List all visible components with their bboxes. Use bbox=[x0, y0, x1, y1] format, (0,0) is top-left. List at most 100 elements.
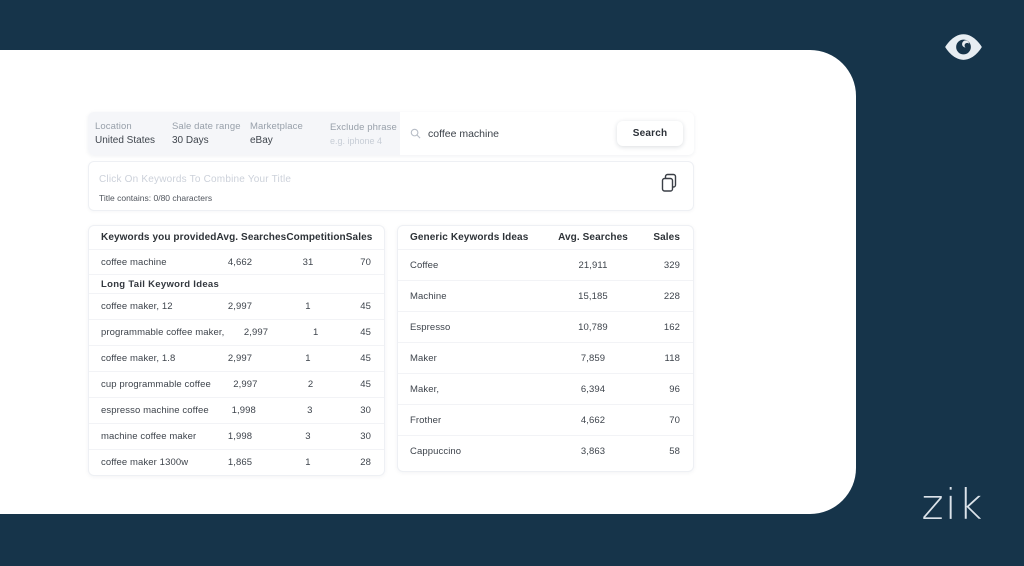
filter-location[interactable]: Location United States bbox=[95, 121, 172, 146]
cell-sales: 70 bbox=[643, 415, 693, 426]
keyword-search-input[interactable] bbox=[428, 128, 578, 140]
cell-competition: 3 bbox=[276, 431, 340, 442]
table-row[interactable]: Maker, 6,394 96 bbox=[398, 373, 693, 404]
cell-sales: 228 bbox=[643, 291, 693, 302]
cell-avg-searches: 4,662 bbox=[204, 257, 276, 268]
cell-sales: 70 bbox=[340, 257, 384, 268]
cell-sales: 96 bbox=[643, 384, 693, 395]
cell-avg-searches: 3,863 bbox=[543, 446, 643, 457]
cell-keyword[interactable]: coffee maker, 12 bbox=[89, 301, 204, 312]
cell-keyword[interactable]: Frother bbox=[398, 415, 543, 426]
filter-date-range[interactable]: Sale date range 30 Days bbox=[172, 121, 250, 146]
provided-keywords-table: Keywords you provided Avg. Searches Comp… bbox=[88, 225, 385, 476]
cell-sales: 30 bbox=[340, 431, 384, 442]
title-builder-placeholder: Click On Keywords To Combine Your Title bbox=[99, 174, 291, 185]
cell-avg-searches: 6,394 bbox=[543, 384, 643, 395]
filter-exclude-phrase[interactable]: Exclude phrase bbox=[330, 122, 400, 146]
cell-avg-searches: 21,911 bbox=[543, 260, 643, 271]
zik-logo: zik bbox=[921, 484, 984, 526]
filter-exclude-phrase-label: Exclude phrase bbox=[330, 122, 400, 133]
title-character-counter: Title contains: 0/80 characters bbox=[99, 193, 212, 203]
table-header-row: Generic Keywords Ideas Avg. Searches Sal… bbox=[398, 226, 693, 249]
cell-sales: 329 bbox=[643, 260, 693, 271]
app-card: Location United States Sale date range 3… bbox=[0, 50, 856, 514]
cell-keyword[interactable]: coffee maker, 1.8 bbox=[89, 353, 204, 364]
header-avg-searches: Avg. Searches bbox=[543, 232, 643, 243]
cell-avg-searches: 2,997 bbox=[224, 327, 287, 338]
header-competition: Competition bbox=[286, 232, 345, 243]
cell-keyword[interactable]: coffee machine bbox=[89, 257, 204, 268]
cell-sales: 162 bbox=[643, 322, 693, 333]
cell-keyword[interactable]: programmable coffee maker, bbox=[89, 327, 224, 338]
cell-keyword[interactable]: Maker bbox=[398, 353, 543, 364]
filter-date-range-value[interactable]: 30 Days bbox=[172, 135, 250, 146]
table-row[interactable]: machine coffee maker 1,998 3 30 bbox=[89, 423, 384, 449]
cell-keyword[interactable]: Espresso bbox=[398, 322, 543, 333]
cell-sales: 30 bbox=[341, 405, 384, 416]
cell-sales: 28 bbox=[340, 457, 384, 468]
generic-keywords-table: Generic Keywords Ideas Avg. Searches Sal… bbox=[397, 225, 694, 472]
table-row[interactable]: coffee machine 4,662 31 70 bbox=[89, 249, 384, 274]
cell-avg-searches: 1,998 bbox=[209, 405, 279, 416]
table-row[interactable]: espresso machine coffee 1,998 3 30 bbox=[89, 397, 384, 423]
long-tail-section-label: Long Tail Keyword Ideas bbox=[89, 279, 384, 290]
cell-competition: 1 bbox=[276, 301, 340, 312]
cell-sales: 45 bbox=[344, 327, 384, 338]
search-button[interactable]: Search bbox=[617, 121, 683, 146]
cell-keyword[interactable]: cup programmable coffee bbox=[89, 379, 211, 390]
table-row[interactable]: coffee maker, 12 2,997 1 45 bbox=[89, 293, 384, 319]
cell-competition: 3 bbox=[279, 405, 341, 416]
cell-avg-searches: 7,859 bbox=[543, 353, 643, 364]
cell-keyword[interactable]: machine coffee maker bbox=[89, 431, 204, 442]
table-row[interactable]: Maker 7,859 118 bbox=[398, 342, 693, 373]
header-avg-searches: Avg. Searches bbox=[216, 232, 286, 243]
cell-competition: 1 bbox=[276, 457, 340, 468]
keyword-tables: Keywords you provided Avg. Searches Comp… bbox=[88, 225, 694, 476]
title-builder-panel[interactable]: Click On Keywords To Combine Your Title … bbox=[88, 161, 694, 211]
table-row[interactable]: coffee maker 1300w 1,865 1 28 bbox=[89, 449, 384, 475]
table-row[interactable]: Cappuccino 3,863 58 bbox=[398, 435, 693, 466]
search-icon bbox=[410, 128, 421, 139]
search-segment: Search bbox=[400, 112, 694, 155]
filter-marketplace[interactable]: Marketplace eBay bbox=[250, 121, 330, 146]
table-row[interactable]: coffee maker, 1.8 2,997 1 45 bbox=[89, 345, 384, 371]
cell-avg-searches: 4,662 bbox=[543, 415, 643, 426]
cell-sales: 58 bbox=[643, 446, 693, 457]
cell-sales: 45 bbox=[340, 301, 384, 312]
cell-competition: 2 bbox=[280, 379, 341, 390]
table-row[interactable]: programmable coffee maker, 2,997 1 45 bbox=[89, 319, 384, 345]
cell-avg-searches: 1,998 bbox=[204, 431, 276, 442]
cell-keyword[interactable]: espresso machine coffee bbox=[89, 405, 209, 416]
table-row[interactable]: Frother 4,662 70 bbox=[398, 404, 693, 435]
table-row[interactable]: Espresso 10,789 162 bbox=[398, 311, 693, 342]
cell-avg-searches: 2,997 bbox=[211, 379, 280, 390]
cell-keyword[interactable]: Maker, bbox=[398, 384, 543, 395]
filter-marketplace-value[interactable]: eBay bbox=[250, 135, 330, 146]
cell-keyword[interactable]: Coffee bbox=[398, 260, 543, 271]
long-tail-section-header: Long Tail Keyword Ideas bbox=[89, 274, 384, 293]
copy-icon[interactable] bbox=[660, 173, 679, 193]
exclude-phrase-input[interactable] bbox=[330, 136, 394, 146]
filter-date-range-label: Sale date range bbox=[172, 121, 250, 132]
header-sales: Sales bbox=[643, 232, 693, 243]
cell-avg-searches: 2,997 bbox=[204, 353, 276, 364]
filter-location-label: Location bbox=[95, 121, 172, 132]
cell-keyword[interactable]: coffee maker 1300w bbox=[89, 457, 204, 468]
cell-competition: 31 bbox=[276, 257, 340, 268]
table-header-row: Keywords you provided Avg. Searches Comp… bbox=[89, 226, 384, 249]
table-row[interactable]: Machine 15,185 228 bbox=[398, 280, 693, 311]
cell-sales: 45 bbox=[341, 379, 384, 390]
cell-competition: 1 bbox=[276, 353, 340, 364]
cell-keyword[interactable]: Machine bbox=[398, 291, 543, 302]
cell-avg-searches: 2,997 bbox=[204, 301, 276, 312]
header-generic-keywords: Generic Keywords Ideas bbox=[398, 232, 543, 243]
filter-location-value[interactable]: United States bbox=[95, 135, 172, 146]
filter-group-container: Location United States Sale date range 3… bbox=[88, 112, 400, 155]
filter-marketplace-label: Marketplace bbox=[250, 121, 330, 132]
table-row[interactable]: cup programmable coffee 2,997 2 45 bbox=[89, 371, 384, 397]
eye-icon bbox=[943, 32, 984, 62]
header-sales: Sales bbox=[346, 232, 385, 243]
header-keywords-provided: Keywords you provided bbox=[89, 232, 216, 243]
cell-keyword[interactable]: Cappuccino bbox=[398, 446, 543, 457]
table-row[interactable]: Coffee 21,911 329 bbox=[398, 249, 693, 280]
